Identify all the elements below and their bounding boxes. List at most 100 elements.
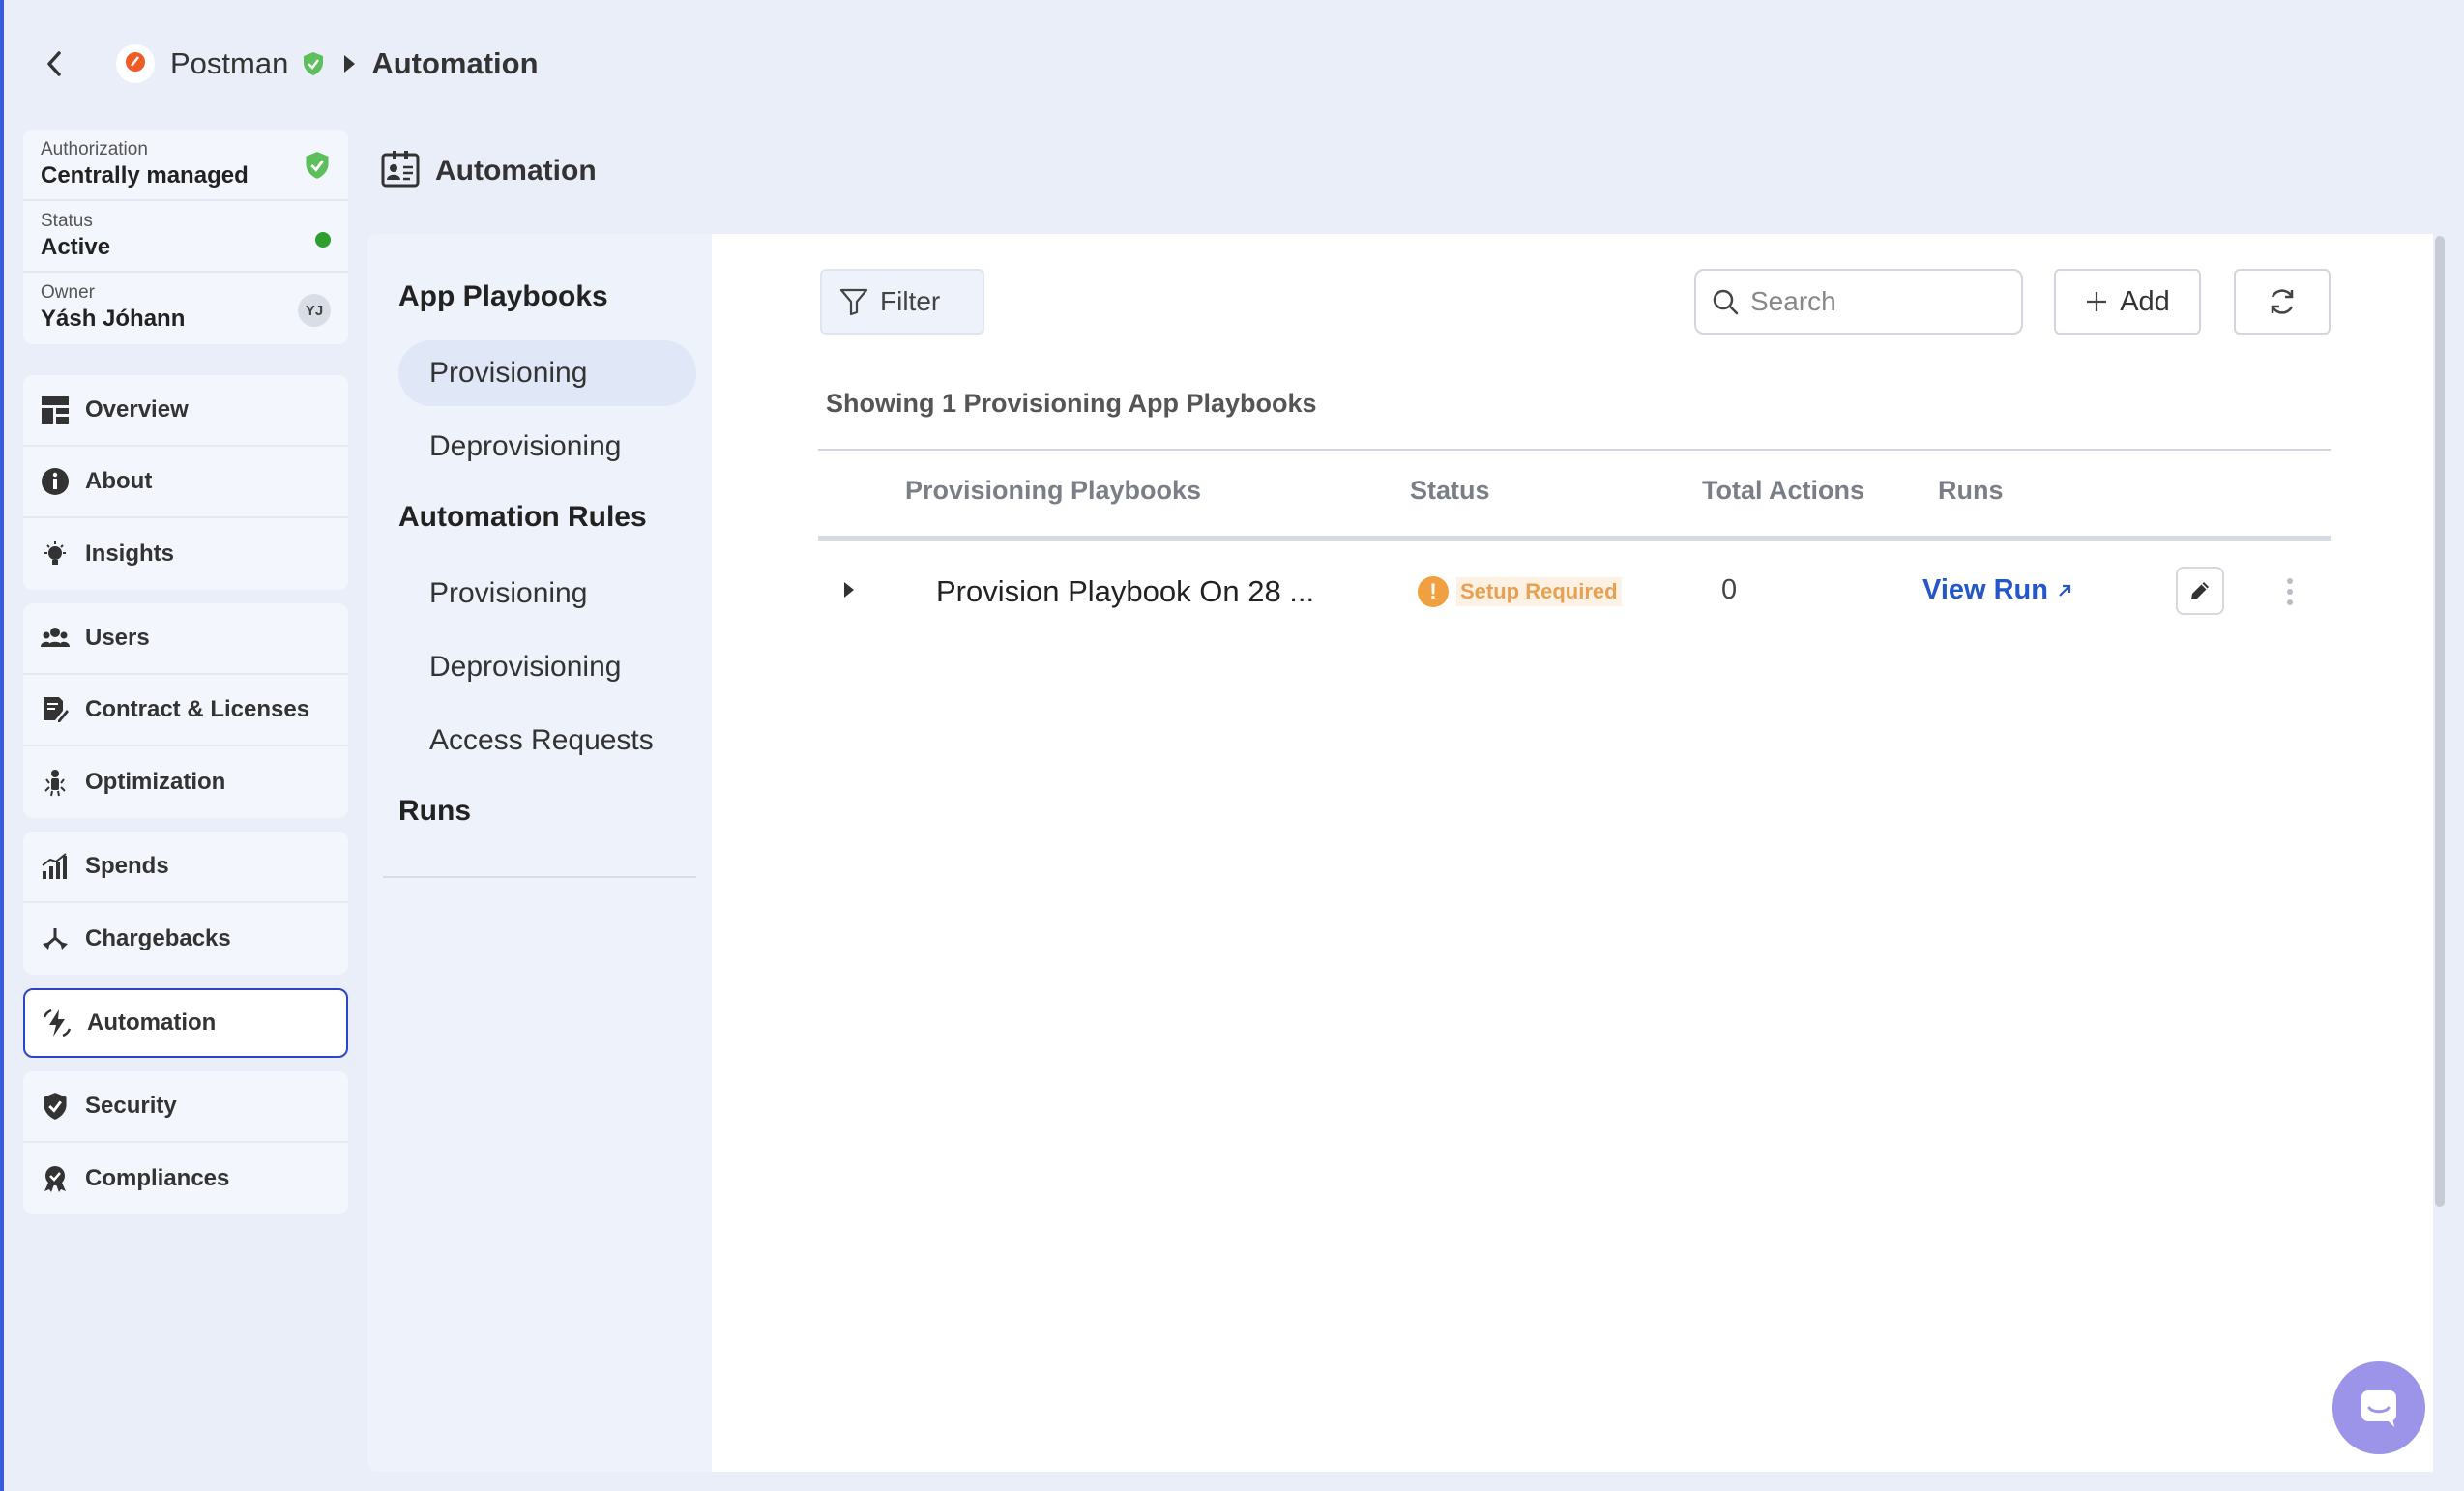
split-arrows-icon (39, 922, 72, 955)
plus-icon (2087, 292, 2107, 311)
id-card-icon (381, 149, 420, 192)
results-count: Showing 1 Provisioning App Playbooks (826, 389, 1317, 418)
app-info-card: Authorization Centrally managed Status A… (23, 130, 348, 344)
add-label: Add (2120, 285, 2170, 317)
status-dot (315, 232, 331, 248)
search-input[interactable] (1750, 286, 2002, 317)
nav-group-general: Overview About Insights (23, 375, 348, 590)
owner-value: Yásh Jóhann (41, 306, 186, 332)
sidebar-item-label: Chargebacks (85, 925, 231, 951)
authorization-label: Authorization (41, 139, 148, 160)
sidebar-item-label: Insights (85, 541, 175, 567)
info-icon (39, 465, 72, 498)
lightbulb-icon (39, 538, 72, 570)
sidebar-item-automation[interactable]: Automation (23, 988, 348, 1058)
edit-button[interactable] (2176, 567, 2224, 615)
badge-icon (39, 1162, 72, 1195)
subnav-item-access-requests[interactable]: Access Requests (398, 708, 696, 774)
sidebar-item-label: Compliances (85, 1165, 230, 1191)
sidebar-item-label: Contract & Licenses (85, 696, 310, 722)
nav-group-security: Security Compliances (23, 1071, 348, 1214)
verified-shield-icon (302, 51, 325, 76)
sidebar-item-compliances[interactable]: Compliances (23, 1143, 348, 1214)
status-value: Active (41, 234, 111, 260)
view-run-link[interactable]: View Run (1922, 574, 2073, 606)
sidebar-item-label: Automation (87, 1009, 217, 1036)
page-title: Automation (435, 154, 597, 187)
bar-chart-icon (39, 850, 72, 883)
owner-label: Owner (41, 282, 95, 303)
column-header-runs[interactable]: Runs (1938, 476, 2004, 506)
search-icon (1713, 289, 1739, 315)
subnav-item-playbook-provisioning[interactable]: Provisioning (398, 340, 696, 406)
sidebar-item-security[interactable]: Security (23, 1071, 348, 1143)
table-header: Provisioning Playbooks Status Total Acti… (818, 476, 2331, 514)
column-header-status[interactable]: Status (1410, 476, 1490, 506)
playbook-name[interactable]: Provision Playbook On 28 ... (936, 574, 1314, 609)
chevron-left-icon (47, 51, 61, 76)
nav-group-finance: Spends Chargebacks (23, 832, 348, 975)
warning-icon: ! (1418, 576, 1449, 607)
sidebar-item-label: Users (85, 625, 150, 651)
sidebar-item-label: Overview (85, 396, 189, 423)
main-panel: Filter Add Showing 1 Provisioning App Pl… (712, 234, 2433, 1472)
filter-button[interactable]: Filter (820, 269, 984, 335)
view-run-label: View Run (1922, 574, 2048, 605)
app-logo (116, 44, 155, 83)
kebab-menu-icon (2287, 578, 2293, 605)
caret-right-icon (844, 582, 854, 598)
automation-subnav: App Playbooks Provisioning Deprovisionin… (367, 234, 712, 1472)
authorization-value: Centrally managed (41, 162, 249, 189)
pencil-icon (2191, 582, 2209, 599)
shield-icon (39, 1090, 72, 1123)
subnav-heading-automation-rules[interactable]: Automation Rules (398, 501, 647, 534)
column-header-total-actions[interactable]: Total Actions (1702, 476, 1864, 506)
refresh-button[interactable] (2234, 269, 2331, 335)
refresh-icon (2271, 289, 2294, 314)
subnav-item-playbook-deprovisioning[interactable]: Deprovisioning (398, 414, 696, 480)
total-actions-value: 0 (1721, 574, 1738, 605)
sidebar-item-spends[interactable]: Spends (23, 832, 348, 903)
back-button[interactable] (35, 39, 73, 89)
sidebar-item-users[interactable]: Users (23, 603, 348, 675)
column-header-playbooks[interactable]: Provisioning Playbooks (905, 476, 1201, 506)
sidebar-item-label: Optimization (85, 769, 226, 795)
sidebar-item-optimization[interactable]: Optimization (23, 746, 348, 818)
verified-shield-icon (304, 151, 331, 185)
search-box[interactable] (1694, 269, 2023, 335)
window-edge (0, 0, 4, 1491)
users-icon (39, 622, 72, 655)
owner-row[interactable]: Owner Yásh Jóhann YJ (23, 273, 348, 344)
avatar: YJ (298, 294, 331, 327)
sidebar-item-label: Security (85, 1093, 177, 1119)
divider (818, 536, 2331, 541)
breadcrumb-app[interactable]: Postman (170, 46, 288, 81)
expand-row-button[interactable] (832, 572, 866, 607)
sidebar-item-label: About (85, 468, 153, 494)
more-options-button[interactable] (2278, 574, 2302, 609)
sidebar-item-about[interactable]: About (23, 447, 348, 518)
funnel-icon (839, 288, 868, 316)
add-button[interactable]: Add (2054, 269, 2201, 335)
breadcrumb: Postman Automation (35, 39, 539, 89)
subnav-item-rules-provisioning[interactable]: Provisioning (398, 561, 696, 627)
chat-launcher-button[interactable] (2332, 1361, 2425, 1454)
scrollbar[interactable] (2435, 236, 2445, 1207)
sidebar-item-overview[interactable]: Overview (23, 375, 348, 447)
caret-right-icon (342, 54, 356, 73)
dashboard-icon (39, 394, 72, 426)
sidebar-item-chargebacks[interactable]: Chargebacks (23, 903, 348, 975)
external-link-icon (2059, 584, 2071, 597)
status-text: Setup Required (1456, 577, 1622, 606)
sidebar-item-insights[interactable]: Insights (23, 518, 348, 590)
sidebar-item-contracts[interactable]: Contract & Licenses (23, 675, 348, 746)
automation-icon (41, 1007, 73, 1039)
table-row[interactable]: Provision Playbook On 28 ... ! Setup Req… (818, 553, 2331, 629)
breadcrumb-current: Automation (371, 46, 539, 80)
sidebar-item-label: Spends (85, 853, 169, 879)
chat-icon (2361, 1390, 2396, 1427)
subnav-heading-runs[interactable]: Runs (398, 795, 471, 828)
subnav-item-rules-deprovisioning[interactable]: Deprovisioning (398, 634, 696, 700)
optimization-icon (39, 766, 72, 799)
subnav-heading-app-playbooks[interactable]: App Playbooks (398, 280, 608, 313)
